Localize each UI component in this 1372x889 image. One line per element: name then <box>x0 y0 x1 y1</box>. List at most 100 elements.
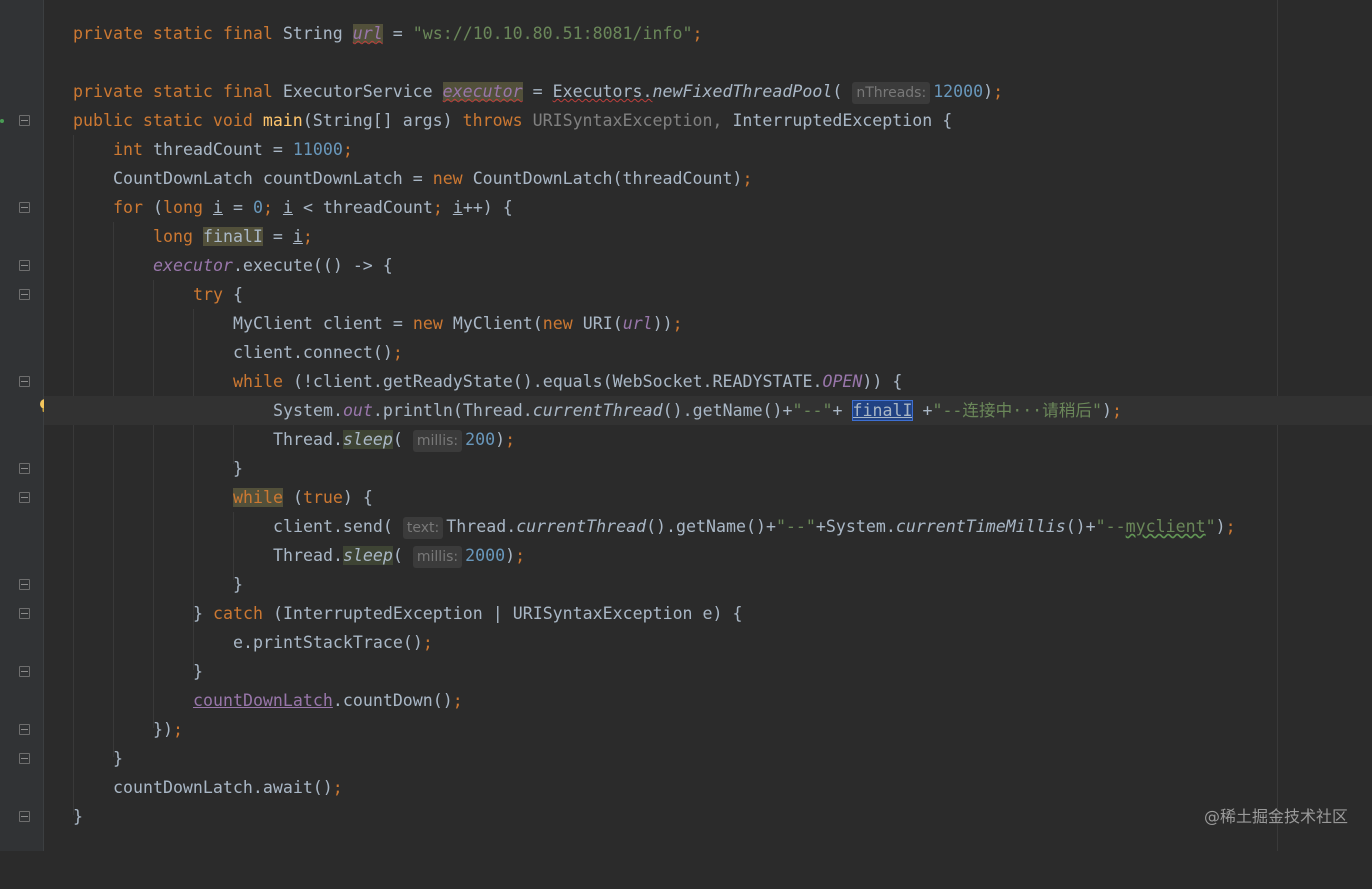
field-executor-ref[interactable]: executor <box>153 256 233 275</box>
type-name: ExecutorService <box>282 82 433 101</box>
constant-open: OPEN <box>822 372 863 391</box>
code-line[interactable]: Thread.sleep( millis: 2000); <box>44 541 1372 570</box>
run-gutter-icon[interactable] <box>0 119 4 123</box>
fold-marker-icon[interactable] <box>19 579 30 590</box>
code-line[interactable]: } catch (InterruptedException | URISynta… <box>44 599 1372 628</box>
statement: Thread. <box>273 546 343 565</box>
code-line[interactable]: e.printStackTrace(); <box>44 628 1372 657</box>
method-declaration[interactable]: main <box>263 111 303 130</box>
number-literal: 0 <box>252 198 263 217</box>
code-line[interactable]: while (!client.getReadyState().equals(We… <box>44 367 1372 396</box>
code-line[interactable]: countDownLatch.countDown(); <box>44 686 1372 715</box>
fold-marker-icon[interactable] <box>19 202 30 213</box>
code-line[interactable]: } <box>44 570 1372 599</box>
statement: Thread. <box>273 430 343 449</box>
fold-marker-icon[interactable] <box>19 608 30 619</box>
class-ref: Executors. <box>552 82 653 101</box>
statement: URI( <box>582 314 623 333</box>
variable-i: i <box>282 198 293 217</box>
semicolon: ; <box>342 140 353 159</box>
method-call[interactable]: currentThread <box>516 517 646 536</box>
variable-finalI[interactable]: finalI <box>202 227 263 246</box>
semicolon: ; <box>672 314 683 333</box>
statement: client.connect() <box>233 343 393 362</box>
captured-variable-ref[interactable]: countDownLatch <box>193 691 333 710</box>
keyword: new <box>432 169 463 188</box>
code-line[interactable]: client.send( text: Thread.currentThread()… <box>44 512 1372 541</box>
variable-i: i <box>452 198 463 217</box>
method-call[interactable]: currentTimeMillis <box>896 517 1066 536</box>
code-line[interactable]: int threadCount = 11000; <box>44 135 1372 164</box>
code-line[interactable]: countDownLatch.await(); <box>44 773 1372 802</box>
fold-marker-icon[interactable] <box>19 115 30 126</box>
string-literal-typo: myclient <box>1125 517 1206 536</box>
fold-marker-icon[interactable] <box>19 811 30 822</box>
code-line[interactable]: CountDownLatch countDownLatch = new Coun… <box>44 164 1372 193</box>
editor-gutter[interactable] <box>0 0 44 851</box>
string-literal: "--" <box>792 401 833 420</box>
method-call[interactable]: sleep <box>342 430 393 449</box>
statement: client.send( <box>273 517 393 536</box>
keyword: public static void <box>73 111 253 130</box>
statement: .println(Thread. <box>372 401 533 420</box>
code-line[interactable]: } <box>44 802 1372 831</box>
fold-marker-icon[interactable] <box>19 376 30 387</box>
brace: } <box>193 662 203 681</box>
semicolon: ; <box>515 546 526 565</box>
code-line[interactable]: private static final String url = "ws://… <box>44 19 1372 48</box>
field-url-ref[interactable]: url <box>623 314 653 333</box>
keyword: for <box>113 198 143 217</box>
code-line[interactable]: client.connect(); <box>44 338 1372 367</box>
code-line[interactable]: } <box>44 744 1372 773</box>
code-line[interactable]: public static void main(String[] args) t… <box>44 106 1372 135</box>
statement: CountDownLatch countDownLatch = <box>113 169 423 188</box>
fold-marker-icon[interactable] <box>19 260 30 271</box>
param-hint: text: <box>402 517 444 539</box>
statement: System. <box>273 401 343 420</box>
code-line[interactable]: while (true) { <box>44 483 1372 512</box>
fold-marker-icon[interactable] <box>19 463 30 474</box>
field-url[interactable]: url <box>352 24 383 43</box>
selected-variable-finalI[interactable]: finalI <box>851 400 914 421</box>
code-line[interactable]: try { <box>44 280 1372 309</box>
code-editor[interactable]: private static final String url = "ws://… <box>44 0 1372 851</box>
keyword: catch <box>213 604 263 623</box>
operator: + <box>832 401 843 420</box>
keyword: while <box>233 488 283 507</box>
increment: ++) { <box>462 198 513 217</box>
code-line[interactable]: executor.execute(() -> { <box>44 251 1372 280</box>
field-executor[interactable]: executor <box>442 82 523 101</box>
code-line[interactable]: }); <box>44 715 1372 744</box>
code-line[interactable]: private static final ExecutorService exe… <box>44 77 1372 106</box>
statement: ().getName()+ <box>646 517 776 536</box>
fold-marker-icon[interactable] <box>19 724 30 735</box>
fold-marker-icon[interactable] <box>19 666 30 677</box>
code-line-current[interactable]: System.out.println(Thread.currentThread(… <box>44 396 1372 425</box>
code-line[interactable]: long finalI = i; <box>44 222 1372 251</box>
method-call[interactable]: currentThread <box>533 401 663 420</box>
param-hint: millis: <box>412 546 463 568</box>
code-line[interactable]: } <box>44 454 1372 483</box>
semicolon: ; <box>1111 401 1122 420</box>
code-line[interactable]: MyClient client = new MyClient(new URI(u… <box>44 309 1372 338</box>
operator: = <box>232 198 243 217</box>
variable-i: i <box>212 198 223 217</box>
fold-marker-icon[interactable] <box>19 753 30 764</box>
fold-marker-icon[interactable] <box>19 492 30 503</box>
code-line[interactable]: Thread.sleep( millis: 200); <box>44 425 1372 454</box>
semicolon: ; <box>505 430 516 449</box>
brace: }) <box>153 720 173 739</box>
statement: countDownLatch.await() <box>113 778 333 797</box>
method-call[interactable]: newFixedThreadPool <box>653 82 833 101</box>
keyword: true <box>302 488 343 507</box>
exception-type: URISyntaxException, <box>532 111 723 130</box>
code-line[interactable]: } <box>44 657 1372 686</box>
method-call[interactable]: sleep <box>342 546 393 565</box>
paren: ( <box>292 488 303 507</box>
semicolon: ; <box>452 691 463 710</box>
paren: ( <box>832 82 843 101</box>
field-out: out <box>342 401 373 420</box>
fold-marker-icon[interactable] <box>19 289 30 300</box>
semicolon: ; <box>302 227 313 246</box>
code-line[interactable]: for (long i = 0; i < threadCount; i++) { <box>44 193 1372 222</box>
